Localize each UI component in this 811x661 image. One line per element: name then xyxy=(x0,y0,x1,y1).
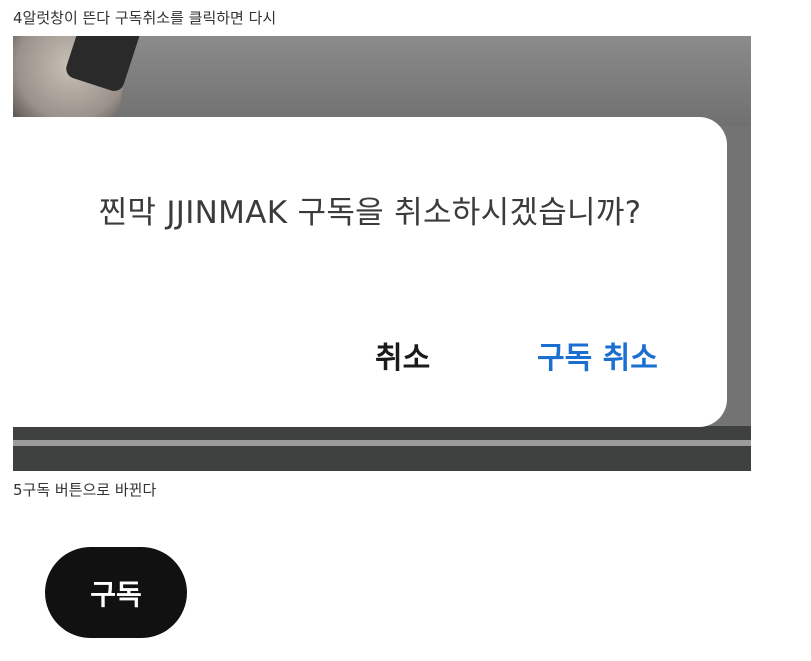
step4-caption: 4알럿창이 뜬다 구독취소를 클릭하면 다시 xyxy=(13,9,277,27)
dialog-message: 찐막 JJINMAK 구독을 취소하시겠습니까? xyxy=(98,195,642,231)
background-bottom-bar xyxy=(13,426,751,471)
cancel-button[interactable]: 취소 xyxy=(375,339,430,379)
unsubscribe-confirm-button[interactable]: 구독 취소 xyxy=(537,339,658,379)
step5-caption: 5구독 버튼으로 바뀐다 xyxy=(13,481,157,499)
subscribe-button[interactable]: 구독 xyxy=(45,547,187,638)
video-progress-bar xyxy=(13,440,751,446)
unsubscribe-alert-dialog: 찐막 JJINMAK 구독을 취소하시겠습니까? 취소 구독 취소 xyxy=(13,117,727,427)
screenshot-frame: 찐막 JJINMAK 구독을 취소하시겠습니까? 취소 구독 취소 xyxy=(13,36,751,471)
